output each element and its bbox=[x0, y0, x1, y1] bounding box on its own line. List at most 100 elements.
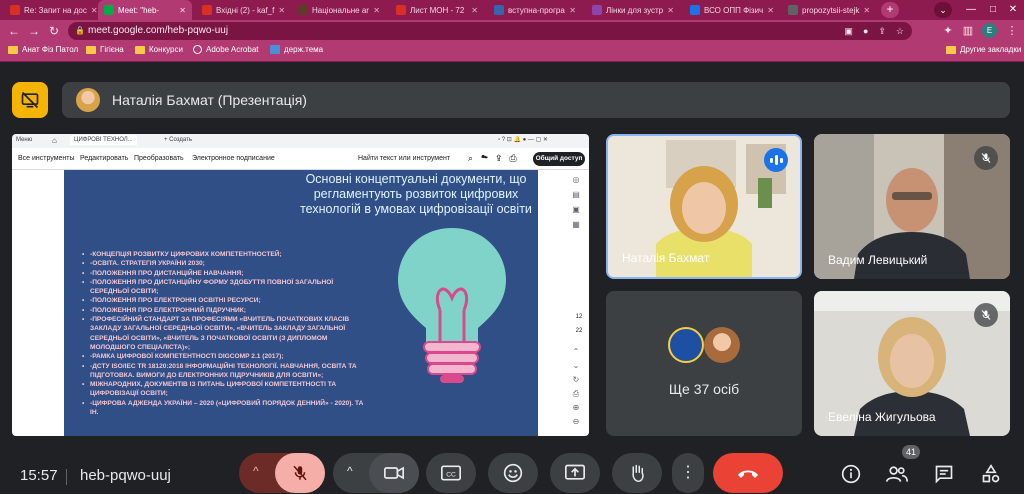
browser-tab[interactable]: Вхідні (2) - kaf_f ✕ bbox=[196, 0, 290, 20]
bookmark-konkursy[interactable]: Конкурси bbox=[135, 45, 183, 54]
pdf-tool-edit: Редактировать bbox=[80, 155, 129, 162]
captions-button[interactable]: CC bbox=[426, 453, 476, 493]
present-screen-button[interactable] bbox=[550, 453, 600, 493]
browser-tab[interactable]: Re: Запит на дос ✕ bbox=[4, 0, 98, 20]
people-button[interactable] bbox=[886, 463, 908, 485]
bookmark-anat[interactable]: Анат Фіз Патол bbox=[8, 45, 78, 54]
share-page-icon[interactable]: ⇪ bbox=[878, 22, 886, 40]
tab-close-icon[interactable]: ✕ bbox=[373, 6, 380, 15]
profile-avatar[interactable]: E bbox=[982, 23, 997, 38]
presenter-label: Наталія Бахмат (Презентація) bbox=[112, 92, 307, 108]
address-bar[interactable]: 🔒 meet.google.com/heb-pqwo-uuj ▣ ● ⇪ ☆ bbox=[68, 22, 912, 40]
shared-screen[interactable]: Меню ⌂ ЦИФРОВІ ТЕХНОЛ... + Создать ▫ ? ⊡… bbox=[12, 134, 589, 436]
more-options-button[interactable]: ⋮ bbox=[672, 453, 704, 493]
bookmark-adobe[interactable]: Adobe Acrobat bbox=[193, 45, 258, 54]
browser-tab[interactable]: вступна-програ ✕ bbox=[488, 0, 582, 20]
tab-close-icon[interactable]: ✕ bbox=[179, 6, 186, 15]
browser-tab[interactable]: propozytsii-stejk ✕ bbox=[782, 0, 876, 20]
slide-bullet-item: -ДСТУ ISO/IEC TR 18120:2018 ІНФОРМАЦІЙНІ… bbox=[82, 362, 367, 381]
participant-avatar-emblem bbox=[668, 327, 704, 363]
slide-bullet-item: -РАМКА ЦИФРОВОЇ КОМПЕТЕНТНОСТІ DIGCOMP 2… bbox=[82, 352, 367, 362]
meeting-code: heb-pqwo-uuj bbox=[80, 467, 171, 484]
pdf-file-tab: ЦИФРОВІ ТЕХНОЛ... bbox=[70, 135, 137, 145]
meeting-clock: 15:57 bbox=[20, 467, 58, 484]
mic-options-chevron-icon[interactable]: ^ bbox=[253, 464, 259, 478]
participant-tile-bakhmat[interactable]: Наталія Бахмат bbox=[606, 134, 802, 279]
activities-button[interactable] bbox=[980, 463, 1002, 485]
tab-favicon-icon bbox=[396, 5, 406, 15]
presentation-status-button[interactable] bbox=[12, 82, 48, 118]
reload-button[interactable]: ↻ bbox=[46, 23, 62, 39]
folder-icon bbox=[8, 45, 18, 54]
bookmark-star-icon[interactable]: ☆ bbox=[896, 22, 904, 40]
browser-tab[interactable]: Національне ar ✕ bbox=[292, 0, 386, 20]
slide-bullet-item: МІЖНАРОДНИХ, ДОКУМЕНТІВ ІЗ ПИТАНЬ ЦИФРОВ… bbox=[82, 380, 367, 399]
pdf-toolbar: Все инструменты Редактировать Преобразов… bbox=[12, 148, 589, 170]
browser-tab[interactable]: Лист МОН - 72 ✕ bbox=[390, 0, 484, 20]
reactions-button[interactable] bbox=[488, 453, 538, 493]
meet-stage: Наталія Бахмат (Презентація) Меню ⌂ ЦИФР… bbox=[0, 62, 1024, 494]
participant-tile-zhyhulova[interactable]: Евеліна Жигульова bbox=[814, 291, 1010, 436]
others-tile[interactable]: Ще 37 осіб bbox=[606, 291, 802, 436]
presentation-slide: Основні концептуальні документи, що регл… bbox=[64, 170, 538, 436]
browser-tab[interactable]: Meet: "heb- ✕ bbox=[98, 0, 192, 20]
leave-call-button[interactable] bbox=[713, 453, 783, 493]
minimize-button[interactable]: — bbox=[960, 0, 982, 20]
pdf-tool-sign: Электронное подписание bbox=[192, 155, 275, 162]
camera-indicator-icon[interactable]: ▣ bbox=[844, 22, 853, 40]
back-button[interactable]: ← bbox=[6, 23, 22, 39]
new-tab-button[interactable]: + bbox=[881, 2, 899, 18]
slide-title: Основні концептуальні документи, що регл… bbox=[300, 172, 532, 216]
raise-hand-button[interactable] bbox=[612, 453, 662, 493]
maximize-button[interactable]: □ bbox=[982, 0, 1004, 20]
tab-close-icon[interactable]: ✕ bbox=[863, 6, 870, 15]
app-icon bbox=[270, 45, 280, 54]
tab-close-icon[interactable]: ✕ bbox=[471, 6, 478, 15]
activities-shapes-icon bbox=[982, 464, 1000, 483]
camera-toggle-button[interactable] bbox=[369, 453, 419, 493]
tab-label: propozytsii-stejk bbox=[802, 5, 860, 15]
extensions-icon[interactable]: ✦ bbox=[940, 23, 956, 39]
bookmarks-bar: Анат Фіз Патол Гігієна Конкурси Adobe Ac… bbox=[0, 42, 1024, 62]
slide-bullet-item: -ПРОФЕСІЙНИЙ СТАНДАРТ ЗА ПРОФЕСІЯМИ «ВЧИ… bbox=[82, 315, 367, 352]
browser-tab[interactable]: ВСО ОПП Фізич ✕ bbox=[684, 0, 778, 20]
url-text: meet.google.com/heb-pqwo-uuj bbox=[88, 25, 229, 36]
meeting-details-button[interactable] bbox=[840, 463, 862, 485]
camera-control-group: ^ bbox=[333, 453, 419, 493]
tab-close-icon[interactable]: ✕ bbox=[569, 6, 576, 15]
other-bookmarks[interactable]: Другие закладки bbox=[946, 45, 1021, 54]
tab-close-icon[interactable]: ✕ bbox=[767, 6, 774, 15]
participant-tile-levytskyi[interactable]: Вадим Левицький bbox=[814, 134, 1010, 279]
pdf-side-tool-icon: ◎ bbox=[572, 175, 580, 184]
people-icon bbox=[886, 466, 908, 482]
participant-name: Наталія Бахмат bbox=[622, 251, 710, 265]
close-window-button[interactable]: ✕ bbox=[1002, 0, 1024, 20]
present-to-all-icon bbox=[565, 464, 585, 480]
pdf-left-margin bbox=[12, 170, 64, 436]
chat-button[interactable] bbox=[933, 463, 955, 485]
camera-options-chevron-icon[interactable]: ^ bbox=[347, 464, 353, 478]
tab-label: вступна-програ bbox=[508, 5, 565, 15]
bottom-divider bbox=[66, 469, 67, 485]
browser-tab[interactable]: Лінки для зустр ✕ bbox=[586, 0, 680, 20]
folder-icon bbox=[135, 45, 145, 54]
tab-close-icon[interactable]: ✕ bbox=[91, 6, 98, 15]
pdf-app-titlebar: Меню ⌂ ЦИФРОВІ ТЕХНОЛ... + Создать ▫ ? ⊡… bbox=[12, 134, 589, 148]
tab-search-dropdown[interactable]: ⌄ bbox=[934, 2, 952, 18]
bookmark-gigiena[interactable]: Гігієна bbox=[86, 45, 124, 54]
tab-label: Вхідні (2) - kaf_f bbox=[216, 5, 275, 15]
tab-favicon-icon bbox=[788, 5, 798, 15]
tab-close-icon[interactable]: ✕ bbox=[278, 6, 285, 15]
mic-off-icon bbox=[293, 465, 307, 481]
slide-bullet-list: -КОНЦЕПЦІЯ РОЗВИТКУ ЦИФРОВИХ КОМПЕТЕНТНО… bbox=[82, 250, 367, 417]
tab-close-icon[interactable]: ✕ bbox=[667, 6, 674, 15]
mic-indicator-icon[interactable]: ● bbox=[863, 22, 868, 40]
forward-button[interactable]: → bbox=[26, 23, 42, 39]
mic-toggle-button[interactable] bbox=[275, 453, 325, 493]
bookmark-derzh[interactable]: держ.тема bbox=[270, 45, 323, 54]
slide-bullet-item: -ПОЛОЖЕННЯ ПРО ЕЛЕКТРОННІ ОСВІТНІ РЕСУРС… bbox=[82, 296, 367, 306]
side-panel-icon[interactable]: ▥ bbox=[960, 23, 976, 39]
browser-menu-icon[interactable]: ⋮ bbox=[1004, 23, 1020, 39]
pdf-page-current: 12 bbox=[575, 314, 583, 320]
raise-hand-icon bbox=[632, 464, 644, 483]
